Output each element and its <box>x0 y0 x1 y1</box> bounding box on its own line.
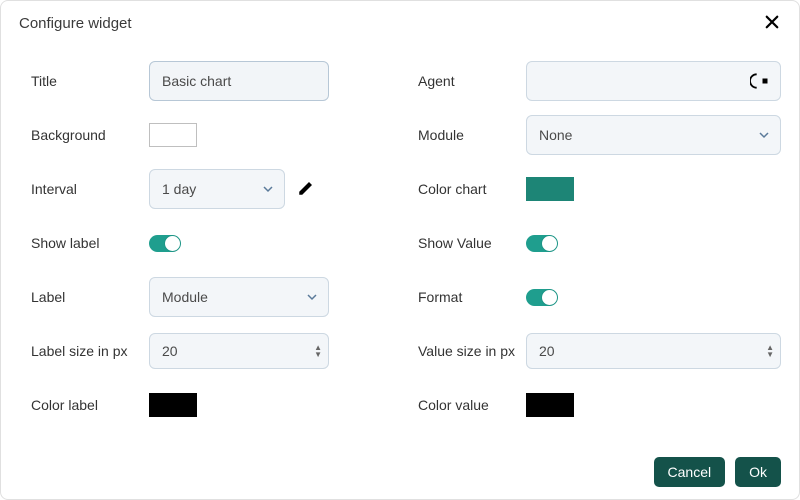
chevron-down-icon <box>262 183 274 195</box>
color-chart-label: Color chart <box>418 181 526 197</box>
title-label: Title <box>31 73 149 89</box>
row-show-value: Show Value <box>418 220 781 266</box>
close-icon <box>763 13 781 34</box>
row-show-label: Show label <box>31 220 368 266</box>
color-value-picker[interactable] <box>526 393 574 417</box>
row-label: Label Module <box>31 274 368 320</box>
row-title: Title <box>31 58 368 104</box>
row-color-value: Color value <box>418 382 781 428</box>
configure-widget-dialog: Configure widget Title Background Interv… <box>0 0 800 500</box>
pencil-icon <box>297 179 315 200</box>
row-label-size: Label size in px 20 ▲ ▼ <box>31 328 368 374</box>
agent-label: Agent <box>418 73 526 89</box>
module-label: Module <box>418 127 526 143</box>
row-format: Format <box>418 274 781 320</box>
color-value-label: Color value <box>418 397 526 413</box>
agent-input[interactable] <box>526 61 781 101</box>
row-agent: Agent <box>418 58 781 104</box>
title-input[interactable] <box>149 61 329 101</box>
format-toggle[interactable] <box>526 289 558 306</box>
value-size-spinner[interactable]: ▲ ▼ <box>766 344 774 358</box>
label-size-spinner[interactable]: ▲ ▼ <box>314 344 322 358</box>
row-value-size: Value size in px 20 ▲ ▼ <box>418 328 781 374</box>
label-size-value: 20 <box>162 343 178 359</box>
close-button[interactable] <box>763 13 781 34</box>
caret-down-icon: ▼ <box>314 351 322 358</box>
color-chart-picker[interactable] <box>526 177 574 201</box>
background-color-picker[interactable] <box>149 123 197 147</box>
color-label-picker[interactable] <box>149 393 197 417</box>
row-interval: Interval 1 day <box>31 166 368 212</box>
label-select[interactable]: Module <box>149 277 329 317</box>
dialog-footer: Cancel Ok <box>654 457 781 487</box>
value-size-input[interactable]: 20 ▲ ▼ <box>526 333 781 369</box>
agent-picker-icon <box>750 71 770 91</box>
interval-edit-button[interactable] <box>295 178 317 200</box>
caret-down-icon: ▼ <box>766 351 774 358</box>
dialog-header: Configure widget <box>1 1 799 38</box>
show-label-label: Show label <box>31 235 149 251</box>
module-select-value: None <box>539 127 572 143</box>
background-label: Background <box>31 127 149 143</box>
label-size-label: Label size in px <box>31 343 149 359</box>
show-label-toggle[interactable] <box>149 235 181 252</box>
row-background: Background <box>31 112 368 158</box>
dialog-title: Configure widget <box>19 15 132 32</box>
dialog-content: Title Background Interval 1 day <box>1 38 799 436</box>
left-column: Title Background Interval 1 day <box>31 50 398 428</box>
label-size-input[interactable]: 20 ▲ ▼ <box>149 333 329 369</box>
label-label: Label <box>31 289 149 305</box>
row-color-chart: Color chart <box>418 166 781 212</box>
format-label: Format <box>418 289 526 305</box>
show-value-toggle[interactable] <box>526 235 558 252</box>
row-color-label: Color label <box>31 382 368 428</box>
row-module: Module None <box>418 112 781 158</box>
show-value-label: Show Value <box>418 235 526 251</box>
label-select-value: Module <box>162 289 208 305</box>
interval-select[interactable]: 1 day <box>149 169 285 209</box>
chevron-down-icon <box>306 291 318 303</box>
value-size-label: Value size in px <box>418 343 526 359</box>
color-label-label: Color label <box>31 397 149 413</box>
interval-label: Interval <box>31 181 149 197</box>
right-column: Agent Module None Color chart <box>398 50 781 428</box>
interval-select-value: 1 day <box>162 181 196 197</box>
cancel-button[interactable]: Cancel <box>654 457 726 487</box>
chevron-down-icon <box>758 129 770 141</box>
value-size-value: 20 <box>539 343 555 359</box>
module-select[interactable]: None <box>526 115 781 155</box>
ok-button[interactable]: Ok <box>735 457 781 487</box>
